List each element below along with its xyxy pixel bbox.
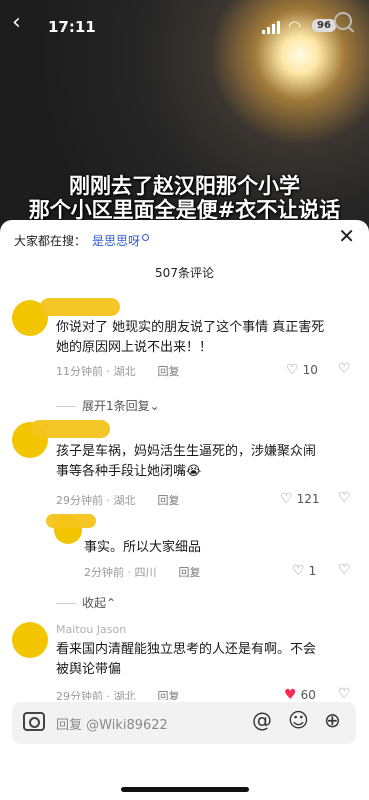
back-icon[interactable]: ‹ bbox=[12, 10, 21, 35]
camera-icon[interactable] bbox=[23, 712, 45, 731]
close-icon[interactable]: ✕ bbox=[338, 224, 355, 248]
mention-icon[interactable]: @ bbox=[252, 708, 272, 732]
comment-username[interactable]: Maitou Jason bbox=[56, 623, 126, 636]
comment-text[interactable]: 你说对了 她现实的朋友说了这个事情 真正害死 她的原因网上说不出来！！ bbox=[56, 318, 324, 358]
trending-prefix: 大家都在搜： bbox=[14, 234, 87, 248]
avatar[interactable] bbox=[12, 622, 48, 658]
like-button[interactable]: ♡ 10 bbox=[286, 362, 318, 378]
comment-count: 507条评论 bbox=[155, 266, 214, 280]
status-time: 17:11 bbox=[48, 18, 96, 36]
dislike-icon[interactable]: ♡ bbox=[338, 562, 351, 578]
trending-search[interactable]: 大家都在搜： 是思思呀 bbox=[14, 232, 150, 249]
home-indicator bbox=[121, 787, 249, 792]
dislike-icon[interactable]: ♡ bbox=[338, 490, 351, 506]
search-icon bbox=[142, 234, 150, 241]
status-bar: ‹ 17:11 ◠ 96 bbox=[0, 8, 369, 42]
heart-icon: ♡ bbox=[292, 563, 305, 579]
signal-icon bbox=[262, 20, 282, 34]
username-redaction bbox=[40, 298, 120, 316]
expand-replies-button[interactable]: 展开1条回复⌄ bbox=[56, 397, 160, 414]
add-icon[interactable]: ⊕ bbox=[324, 708, 341, 732]
comment-meta: 2分钟前 · 四川 回复 bbox=[84, 566, 201, 579]
comment-meta: 29分钟前 · 湖北 回复 bbox=[56, 494, 180, 507]
username-redaction bbox=[30, 420, 110, 438]
heart-icon: ♡ bbox=[286, 362, 299, 378]
dislike-icon[interactable]: ♡ bbox=[338, 361, 351, 377]
comment-input[interactable]: 回复 @Wiki89622 @ ☺ ⊕ bbox=[12, 702, 356, 744]
comment-input-area: 回复 @Wiki89622 @ ☺ ⊕ bbox=[0, 700, 369, 800]
reply-button[interactable]: 回复 bbox=[179, 566, 201, 579]
chevron-up-icon: ⌃ bbox=[106, 596, 117, 610]
wifi-icon: ◠ bbox=[288, 17, 302, 35]
comment-meta: 11分钟前 · 湖北 回复 bbox=[56, 365, 180, 378]
chevron-down-icon: ⌄ bbox=[149, 399, 160, 413]
comment-input-placeholder[interactable]: 回复 @Wiki89622 bbox=[56, 714, 168, 733]
emoji-icon[interactable]: ☺ bbox=[288, 708, 309, 732]
reply-button[interactable]: 回复 bbox=[158, 365, 180, 378]
like-button[interactable]: ♡ 1 bbox=[292, 563, 316, 579]
collapse-replies-button[interactable]: 收起⌃ bbox=[56, 594, 116, 611]
username-redaction bbox=[46, 514, 96, 528]
battery-indicator: 96 bbox=[312, 19, 336, 32]
search-icon[interactable] bbox=[334, 12, 352, 30]
reply-button[interactable]: 回复 bbox=[158, 494, 180, 507]
comment-text[interactable]: 事实。所以大家细品 bbox=[84, 538, 201, 558]
heart-icon: ♡ bbox=[280, 491, 293, 507]
like-button[interactable]: ♡ 121 bbox=[280, 491, 319, 507]
comment-text[interactable]: 看来国内清醒能独立思考的人还是有啊。不会 被舆论带偏 bbox=[56, 640, 316, 680]
comment-text[interactable]: 孩子是车祸，妈妈活生生逼死的，涉嫌聚众闹 事等各种手段让她闭嘴😭 bbox=[56, 442, 316, 482]
trending-keyword[interactable]: 是思思呀 bbox=[92, 234, 140, 248]
